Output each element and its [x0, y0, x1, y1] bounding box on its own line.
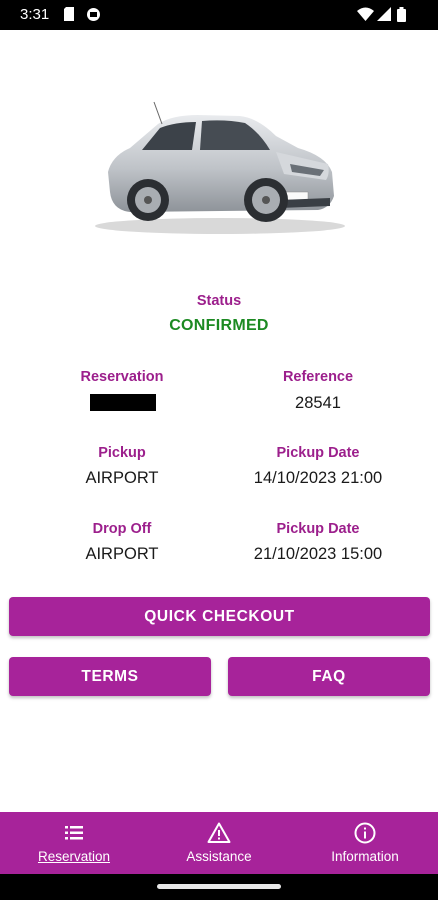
battery-icon	[397, 7, 406, 22]
dropoff-date-value: 21/10/2023 15:00	[253, 545, 383, 563]
sim-card-icon	[64, 7, 74, 21]
terms-button[interactable]: TERMS	[9, 657, 211, 696]
bottom-navigation: Reservation Assistance Information	[0, 812, 438, 874]
wifi-icon	[357, 7, 374, 21]
nav-label-reservation: Reservation	[37, 849, 111, 864]
nav-label-assistance: Assistance	[186, 849, 252, 864]
list-icon	[65, 826, 83, 840]
quick-checkout-button[interactable]: QUICK CHECKOUT	[9, 597, 430, 636]
dropoff-value: AIRPORT	[85, 545, 159, 563]
faq-button[interactable]: FAQ	[228, 657, 430, 696]
reservation-label: Reservation	[80, 369, 164, 385]
signal-icon	[377, 7, 391, 21]
nav-label-information: Information	[331, 849, 399, 864]
car-image	[95, 101, 345, 234]
pickup-value: AIRPORT	[85, 469, 159, 487]
pickup-date-value: 14/10/2023 21:00	[253, 469, 383, 487]
dropoff-label: Drop Off	[92, 521, 152, 537]
warning-icon	[207, 822, 231, 843]
status-time: 3:31	[20, 6, 50, 23]
nav-item-reservation[interactable]: Reservation	[20, 812, 128, 874]
status-label: Status	[196, 293, 242, 309]
home-gesture-handle[interactable]	[157, 884, 281, 889]
status-value: CONFIRMED	[169, 317, 269, 334]
reservation-number-redacted	[90, 394, 156, 411]
nav-item-information[interactable]: Information	[315, 812, 415, 874]
reference-value: 28541	[295, 394, 341, 412]
pickup-date-label: Pickup Date	[276, 445, 360, 461]
reference-label: Reference	[282, 369, 354, 385]
nav-item-assistance[interactable]: Assistance	[164, 812, 274, 874]
dropoff-date-label: Pickup Date	[276, 521, 360, 537]
gesture-bar	[0, 874, 438, 900]
info-icon	[354, 822, 376, 844]
pickup-label: Pickup	[98, 445, 146, 461]
media-icon	[87, 8, 100, 21]
status-bar: 3:31	[0, 0, 438, 30]
